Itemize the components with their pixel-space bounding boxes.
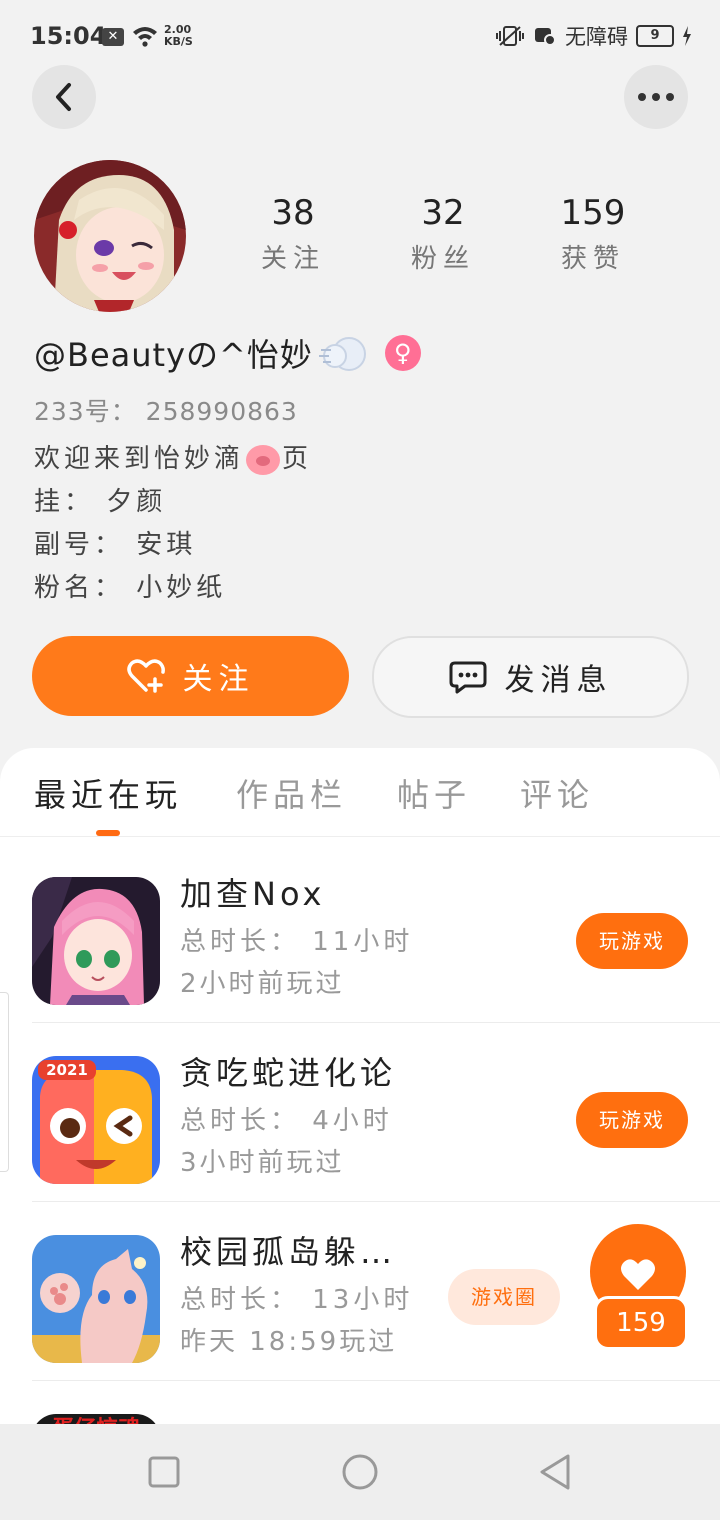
stat-likes[interactable]: 159 获赞 [518,192,668,275]
follow-button[interactable]: 关注 [32,636,349,716]
game-total-time: 总时长： 11小时 [180,927,414,957]
play-game-button[interactable]: 玩游戏 [576,913,688,969]
stat-likes-count: 159 [560,193,626,233]
stat-likes-label: 获赞 [560,244,625,274]
game-last-played: 昨天 18:59玩过 [180,1327,398,1357]
tab-recent-playing[interactable]: 最近在玩 [34,770,182,816]
play-game-button[interactable]: 玩游戏 [576,1092,688,1148]
follow-button-label: 关注 [182,662,255,697]
bio-line-4: 粉名： 小妙纸 [34,573,227,603]
game-row[interactable]: 加查Nox 总时长： 11小时 2小时前玩过 玩游戏 [0,845,720,1023]
stat-following-label: 关注 [260,244,325,274]
notification-x-icon: ✕ [102,28,124,46]
heart-plus-icon [126,659,165,693]
stat-fans-count: 32 [421,193,465,233]
bio-line-3: 副号： 安琪 [34,530,197,560]
net-speed: 2.00 KB/S [164,24,193,48]
game-last-played: 2小时前玩过 [180,969,345,999]
home-icon[interactable] [340,1452,380,1492]
user-id: 233号： 258990863 [34,397,298,426]
bio-line-1: 欢迎来到怡妙滴 页 [34,438,312,481]
game-row[interactable]: 2021 贪吃蛇进化论 总时长： 4小时 3小时前玩过 玩游戏 [0,1024,720,1202]
tab-bar: 最近在玩 作品栏 帖子 评论 [0,748,720,837]
profile-stats: 38 关注 32 粉丝 159 获赞 [218,192,668,275]
game-circle-button[interactable]: 游戏圈 [448,1269,560,1325]
game-icon-campus-island[interactable] [32,1235,160,1363]
game-icon-badge-text: 2021 [46,1061,88,1079]
game-icon-snake-evolution[interactable]: 2021 [32,1056,160,1184]
game-icon-eggy-fright[interactable]: 蛋仔惊魂 [32,1414,160,1424]
cloud-badge-icon [318,337,366,371]
bio-line-1-tail: 页 [282,444,313,474]
tab-indicator [96,830,120,836]
message-button[interactable]: 发消息 [372,636,689,718]
chat-bubble-icon [449,661,486,694]
game-name: 加查Nox [180,875,326,913]
avatar[interactable] [34,160,186,312]
back-nav-icon[interactable] [536,1452,576,1492]
recent-apps-icon[interactable] [144,1452,184,1492]
stat-following-count: 38 [271,193,315,233]
stat-fans[interactable]: 32 粉丝 [368,192,518,275]
vibrate-icon [496,26,524,46]
battery-icon: 9 [636,25,674,47]
bio-line-2: 挂： 夕颜 [34,487,167,517]
avatar-image [34,160,186,312]
stat-following[interactable]: 38 关注 [218,192,368,275]
bio-line-1-text: 欢迎来到怡妙滴 [34,444,245,474]
tab-posts[interactable]: 帖子 [397,770,471,816]
charging-icon [683,26,691,46]
game-total-time: 总时长： 13小时 [180,1285,414,1315]
game-row[interactable]: 蛋仔惊魂 [0,1382,720,1424]
username-row: @Beautyの^怡妙 ♀ [34,330,421,376]
profile-bio: 欢迎来到怡妙滴 页 挂： 夕颜 副号： 安琪 粉名： 小妙纸 [34,438,312,610]
divider [32,1380,720,1381]
side-edge-handle[interactable] [0,992,9,1172]
back-button[interactable] [32,65,96,129]
game-icon-gacha-nox[interactable] [32,877,160,1005]
divider [32,1022,720,1023]
more-button[interactable] [624,65,688,129]
status-time: 15:04 [30,22,107,50]
tab-works[interactable]: 作品栏 [236,770,347,816]
game-icon-title-text: 蛋仔惊魂 [52,1416,140,1424]
tab-comments[interactable]: 评论 [520,770,594,816]
divider [32,1201,720,1202]
accessibility-label: 无障碍 [565,25,628,49]
system-nav-bar [0,1424,720,1520]
username: @Beautyの^怡妙 [34,336,313,374]
game-total-time: 总时长： 4小时 [180,1106,393,1136]
game-name: 贪吃蛇进化论 [180,1054,397,1092]
wifi-icon [133,27,157,47]
more-dots-icon [638,93,674,101]
chevron-left-icon [56,83,71,111]
pig-emoji-icon [246,444,281,475]
game-name: 校园孤岛躲… [180,1233,397,1271]
status-bar: 15:04 ✕ 2.00 KB/S 无障碍 9 [0,0,720,72]
silent-icon [535,28,556,46]
message-button-label: 发消息 [504,663,613,698]
stat-fans-label: 粉丝 [410,244,475,274]
net-speed-unit: KB/S [164,35,193,48]
female-gender-icon: ♀ [384,335,421,371]
game-last-played: 3小时前玩过 [180,1148,345,1178]
floating-like-count: 159 [594,1296,688,1350]
floating-like-widget[interactable]: 159 [576,1224,696,1354]
